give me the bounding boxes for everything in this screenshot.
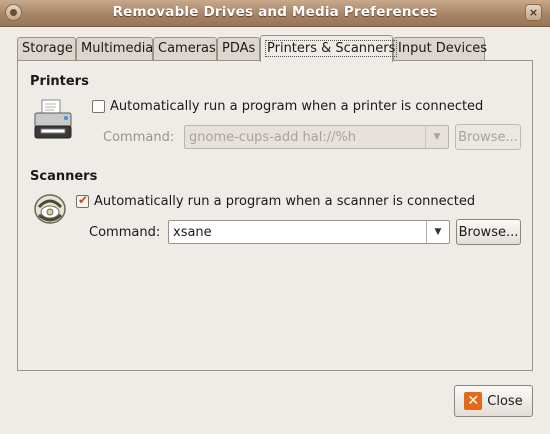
printer-browse-label: Browse... — [458, 129, 518, 145]
tab-pdas[interactable]: PDAs — [217, 37, 260, 60]
tab-label: Input Devices — [398, 41, 488, 56]
tab-panel-printers-scanners: Printers Automatically run a program whe… — [17, 60, 533, 371]
printers-section-title: Printers — [30, 74, 89, 89]
scanner-auto-run-label: Automatically run a program when a scann… — [94, 194, 476, 209]
printer-command-value: gnome-cups-add hal://%h — [189, 129, 357, 145]
close-button-label: Close — [487, 393, 523, 409]
printer-command-combo[interactable]: gnome-cups-add hal://%h ▼ — [184, 125, 449, 149]
scanner-auto-run-row: ✔ Automatically run a program when a sca… — [76, 193, 476, 209]
printer-auto-run-row: Automatically run a program when a print… — [92, 99, 483, 114]
tab-label: Printers & Scanners — [265, 40, 398, 57]
printer-command-label-row: Command: — [103, 130, 174, 145]
scanner-auto-run-checkbox[interactable]: ✔ — [76, 193, 89, 208]
chevron-down-icon[interactable]: ▼ — [425, 126, 448, 148]
printer-auto-run-checkbox[interactable] — [92, 100, 105, 113]
chevron-down-icon[interactable]: ▼ — [426, 221, 449, 243]
scanner-command-input[interactable]: xsane — [169, 225, 426, 240]
window-close-button[interactable]: × — [525, 4, 542, 21]
scanner-icon — [32, 191, 68, 227]
checkmark-icon: ✔ — [78, 193, 89, 207]
tab-storage[interactable]: Storage — [17, 37, 76, 60]
close-button[interactable]: ✕ Close — [454, 385, 533, 417]
window-title: Removable Drives and Media Preferences — [112, 4, 438, 20]
scanner-command-combo[interactable]: xsane ▼ — [168, 220, 450, 244]
tab-label: PDAs — [222, 41, 256, 56]
tab-multimedia[interactable]: Multimedia — [76, 37, 153, 60]
tab-printers-scanners[interactable]: Printers & Scanners — [260, 35, 398, 62]
tab-input-devices[interactable]: Input Devices — [393, 37, 488, 60]
tab-cameras[interactable]: Cameras — [153, 37, 217, 60]
scanner-browse-button[interactable]: Browse... — [456, 219, 521, 245]
printer-auto-run-label: Automatically run a program when a print… — [110, 99, 484, 114]
close-icon: ✕ — [464, 392, 483, 410]
printer-browse-button[interactable]: Browse... — [455, 124, 521, 150]
scanner-command-label: Command: — [89, 225, 161, 240]
scanner-browse-label: Browse... — [458, 224, 519, 240]
close-icon: × — [528, 6, 539, 19]
tab-label: Storage — [22, 41, 73, 56]
scanner-command-label-row: Command: — [89, 225, 160, 240]
tab-label: Multimedia — [81, 41, 154, 56]
title-bar[interactable]: Removable Drives and Media Preferences × — [0, 0, 550, 27]
tab-label: Cameras — [158, 41, 216, 56]
printer-command-label: Command: — [103, 130, 175, 145]
printer-icon — [32, 98, 76, 142]
scanners-section-title: Scanners — [30, 169, 98, 184]
